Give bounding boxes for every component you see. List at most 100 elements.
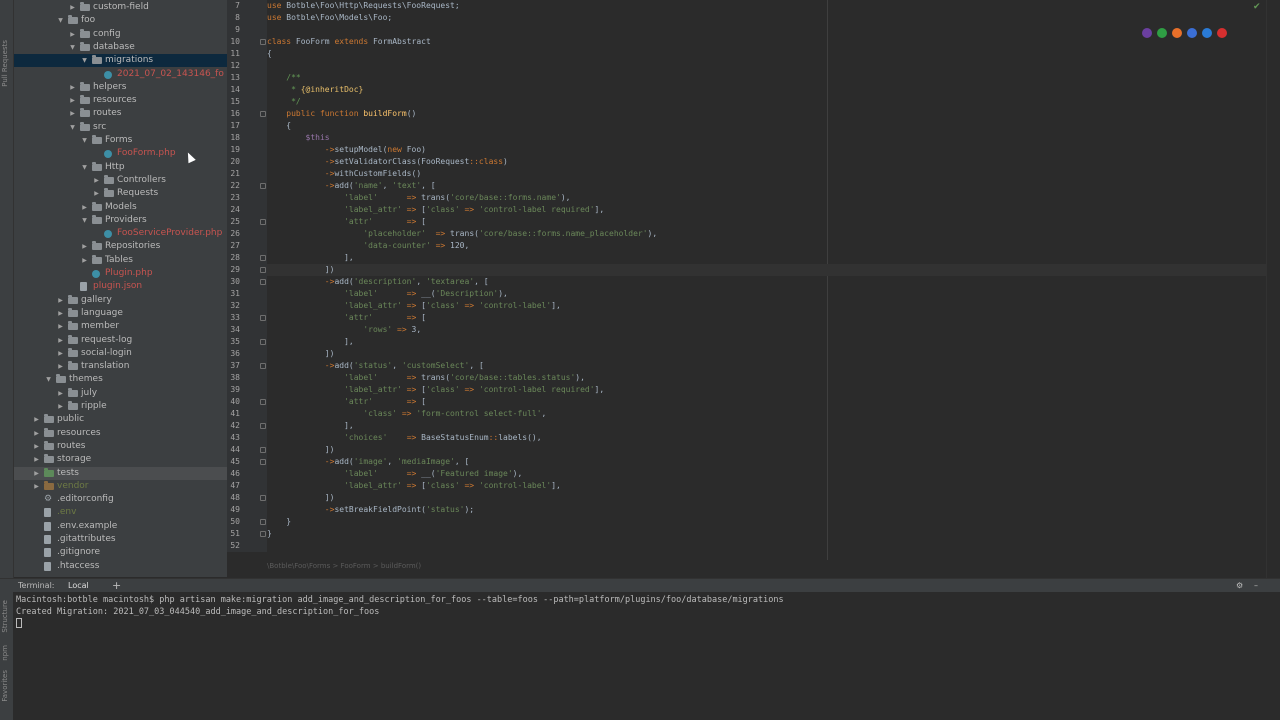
code-editor[interactable]: use Botble\Foo\Http\Requests\FooRequest;… [267, 0, 1267, 560]
tree-item[interactable]: ▶ Repositories [14, 240, 227, 253]
tree-item[interactable]: ▶ language [14, 307, 227, 320]
tree-item[interactable]: .gitignore [14, 546, 227, 559]
tree-item[interactable]: ▶ gallery [14, 294, 227, 307]
chevron-down-icon[interactable]: ▼ [80, 214, 89, 227]
code-line[interactable]: public function buildForm() [267, 108, 1267, 120]
chevron-right-icon[interactable]: ▶ [32, 467, 41, 480]
tree-item[interactable]: ▶ resources [14, 94, 227, 107]
chevron-right-icon[interactable]: ▶ [80, 201, 89, 214]
code-line[interactable]: */ [267, 96, 1267, 108]
code-line[interactable]: ]) [267, 264, 1267, 276]
chevron-right-icon[interactable]: ▶ [32, 480, 41, 493]
code-line[interactable]: 'rows' => 3, [267, 324, 1267, 336]
tree-item[interactable]: ▶ storage [14, 453, 227, 466]
chevron-down-icon[interactable]: ▼ [80, 54, 89, 67]
fold-marker-icon[interactable] [260, 363, 266, 369]
tree-item[interactable]: ▶ Requests [14, 187, 227, 200]
tree-item[interactable]: ▼ src [14, 121, 227, 134]
code-line[interactable]: 'placeholder' => trans('core/base::forms… [267, 228, 1267, 240]
chevron-down-icon[interactable]: ▼ [44, 373, 53, 386]
editor-scrollbar[interactable] [1266, 0, 1280, 578]
tree-item[interactable]: ▶ ripple [14, 400, 227, 413]
tree-item[interactable]: 2021_07_02_143146_fo [14, 68, 227, 81]
fold-marker-icon[interactable] [260, 423, 266, 429]
new-terminal-button[interactable]: + [112, 579, 121, 593]
fold-marker-icon[interactable] [260, 279, 266, 285]
chevron-right-icon[interactable]: ▶ [80, 254, 89, 267]
code-line[interactable]: ->add('image', 'mediaImage', [ [267, 456, 1267, 468]
code-line[interactable]: ->setupModel(new Foo) [267, 144, 1267, 156]
terminal-tab-local[interactable]: Local [68, 579, 89, 593]
tree-item[interactable]: .htaccess [14, 560, 227, 573]
tree-item[interactable]: ▶ request-log [14, 334, 227, 347]
chevron-right-icon[interactable]: ▶ [80, 240, 89, 253]
chevron-down-icon[interactable]: ▼ [68, 121, 77, 134]
code-line[interactable]: use Botble\Foo\Http\Requests\FooRequest; [267, 0, 1267, 12]
code-line[interactable]: { [267, 48, 1267, 60]
code-line[interactable]: ->add('name', 'text', [ [267, 180, 1267, 192]
phpstorm-browser-icon[interactable] [1142, 28, 1152, 38]
pull-requests-tab[interactable]: Pull Requests [1, 40, 9, 87]
chevron-right-icon[interactable]: ▶ [56, 334, 65, 347]
code-line[interactable]: 'label_attr' => ['class' => 'control-lab… [267, 480, 1267, 492]
code-line[interactable]: 'attr' => [ [267, 312, 1267, 324]
code-line[interactable]: ]) [267, 348, 1267, 360]
tree-item[interactable]: ⚙ .editorconfig [14, 493, 227, 506]
inspection-ok-icon[interactable]: ✔ [1253, 2, 1261, 12]
fold-marker-icon[interactable] [260, 339, 266, 345]
code-line[interactable]: 'choices' => BaseStatusEnum::labels(), [267, 432, 1267, 444]
fold-marker-icon[interactable] [260, 459, 266, 465]
fold-marker-icon[interactable] [260, 183, 266, 189]
tree-item[interactable]: ▶ member [14, 320, 227, 333]
code-line[interactable]: 'label_attr' => ['class' => 'control-lab… [267, 384, 1267, 396]
fold-marker-icon[interactable] [260, 111, 266, 117]
fold-marker-icon[interactable] [260, 531, 266, 537]
breadcrumb[interactable]: \Botble\Foo\Forms > FooForm > buildForm(… [267, 562, 421, 570]
code-line[interactable] [267, 24, 1267, 36]
fold-marker-icon[interactable] [260, 447, 266, 453]
code-line[interactable]: 'label' => __('Featured image'), [267, 468, 1267, 480]
code-line[interactable]: 'label' => trans('core/base::tables.stat… [267, 372, 1267, 384]
firefox-icon[interactable] [1172, 28, 1182, 38]
code-line[interactable]: 'label_attr' => ['class' => 'control-lab… [267, 204, 1267, 216]
chevron-right-icon[interactable]: ▶ [32, 427, 41, 440]
code-line[interactable]: ->setValidatorClass(FooRequest::class) [267, 156, 1267, 168]
structure-tab[interactable]: Structure [1, 600, 9, 633]
code-line[interactable]: 'label_attr' => ['class' => 'control-lab… [267, 300, 1267, 312]
code-line[interactable]: ->setBreakFieldPoint('status'); [267, 504, 1267, 516]
code-line[interactable]: 'attr' => [ [267, 396, 1267, 408]
chevron-right-icon[interactable]: ▶ [32, 413, 41, 426]
chevron-right-icon[interactable]: ▶ [68, 1, 77, 14]
tree-item[interactable]: ▶ resources [14, 427, 227, 440]
code-line[interactable]: * {@inheritDoc} [267, 84, 1267, 96]
fold-marker-icon[interactable] [260, 495, 266, 501]
chevron-right-icon[interactable]: ▶ [68, 107, 77, 120]
fold-marker-icon[interactable] [260, 255, 266, 261]
safari-icon[interactable] [1187, 28, 1197, 38]
tree-item[interactable]: ▶ Models [14, 201, 227, 214]
tree-item[interactable]: ▶ tests [14, 466, 227, 480]
tree-item[interactable]: ▶ public [14, 413, 227, 426]
tree-item[interactable]: ▼ Providers [14, 214, 227, 227]
chevron-right-icon[interactable]: ▶ [56, 320, 65, 333]
code-line[interactable]: { [267, 120, 1267, 132]
fold-marker-icon[interactable] [260, 519, 266, 525]
tree-item[interactable]: ▶ routes [14, 440, 227, 453]
fold-marker-icon[interactable] [260, 399, 266, 405]
tree-item[interactable]: ▶ Controllers [14, 174, 227, 187]
chevron-right-icon[interactable]: ▶ [92, 187, 101, 200]
tree-item[interactable]: ▶ custom-field [14, 1, 227, 14]
edge-icon[interactable] [1202, 28, 1212, 38]
code-line[interactable]: $this [267, 132, 1267, 144]
tree-item[interactable]: .env [14, 506, 227, 519]
tree-item[interactable]: .gitattributes [14, 533, 227, 546]
tree-item[interactable]: ▶ config [14, 28, 227, 41]
tree-item[interactable]: ▼ foo [14, 14, 227, 27]
tree-item[interactable]: ▶ vendor [14, 480, 227, 493]
chevron-right-icon[interactable]: ▶ [56, 387, 65, 400]
chevron-right-icon[interactable]: ▶ [68, 94, 77, 107]
chevron-right-icon[interactable]: ▶ [56, 307, 65, 320]
tree-item[interactable]: ▶ translation [14, 360, 227, 373]
code-line[interactable]: ->add('status', 'customSelect', [ [267, 360, 1267, 372]
code-line[interactable]: } [267, 516, 1267, 528]
